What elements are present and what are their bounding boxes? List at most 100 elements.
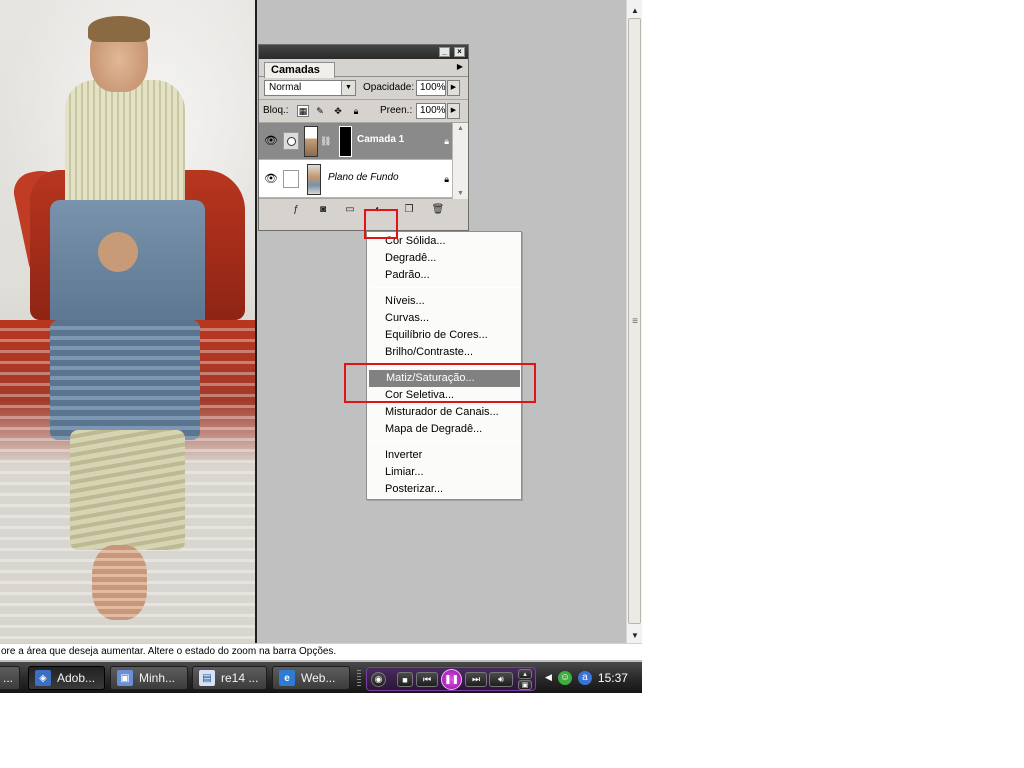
trash-icon[interactable]: 🗑︎ [431,202,445,216]
scroll-up-icon[interactable]: ▲ [453,125,468,132]
opacity-label: Opacidade: [363,82,415,93]
menu-item-niveis[interactable]: Níveis... [368,293,520,310]
stop-icon[interactable]: ■ [397,672,413,687]
vertical-scrollbar[interactable]: ▲ ≡ ▼ [626,0,642,643]
taskbar-item-hidden[interactable]: ... [0,666,20,690]
layer-name: Plano de Fundo [328,172,399,183]
toolbar-grip[interactable] [357,670,361,686]
system-tray: ◀ ☺ a 15:37 [541,664,642,691]
photo-torso [65,80,185,215]
security-shield-icon[interactable]: a [577,670,592,685]
volume-icon[interactable]: 🔊︎ [489,672,513,687]
menu-item-cor-solida[interactable]: Cor Sólida... [368,233,520,250]
adjustment-layer-icon[interactable]: ◐ [371,202,385,216]
layer-list-scrollbar[interactable]: ▲ ▼ [452,123,468,199]
window-app-icon: ▤ [199,670,215,686]
media-menu-icon[interactable]: ▴ [518,669,532,679]
menu-item-degrade[interactable]: Degradê... [368,250,520,267]
fill-slider-arrow-icon[interactable]: ▶ [447,103,460,119]
blend-mode-value: Normal [269,82,302,93]
menu-item-inverter[interactable]: Inverter [368,447,520,464]
chevron-down-icon[interactable]: ▼ [341,81,355,95]
lock-brush-icon[interactable]: ✎ [314,105,326,117]
layer-row-plano-de-fundo[interactable]: 👁︎ Plano de Fundo 🔒︎ [259,161,453,198]
menu-separator [370,364,519,365]
opacity-field[interactable]: 100% [416,80,446,96]
lock-move-icon[interactable]: ✥ [332,105,344,117]
menu-item-cor-seletiva[interactable]: Cor Seletiva... [368,387,520,404]
adjustment-layer-menu: Cor Sólida... Degradê... Padrão... Nívei… [366,231,522,500]
photo-hair [88,16,150,42]
layer-name: Camada 1 [357,134,405,145]
photo-hands [98,232,138,272]
scroll-thumb[interactable]: ≡ [628,18,641,624]
menu-separator [370,441,519,442]
clock[interactable]: 15:37 [598,671,628,685]
taskbar-item-adobe[interactable]: ◈ Adob... [28,666,105,690]
menu-item-matiz-saturacao[interactable]: Matiz/Saturação... [369,370,520,387]
panel-tab-row: Camadas ▶ [259,59,468,78]
layers-panel: _ × Camadas ▶ Normal ▼ Opacidade: 100% ▶… [258,44,469,231]
layer-link-cell[interactable] [283,170,299,188]
add-mask-icon[interactable]: ◙ [316,202,330,216]
visibility-eye-icon[interactable]: 👁︎ [262,133,280,149]
layer-style-icon[interactable]: ƒ [289,202,303,216]
taskbar-item-re14[interactable]: ▤ re14 ... [192,666,267,690]
layer-row-camada-1[interactable]: 👁︎ ⛓︎ Camada 1 🔒︎ [259,123,453,160]
menu-item-limiar[interactable]: Limiar... [368,464,520,481]
layer-mask-mode-icon[interactable] [283,132,299,150]
lock-transparency-icon[interactable]: ▦ [297,105,309,117]
layer-thumbnail[interactable] [307,164,321,195]
blend-row: Normal ▼ Opacidade: 100% ▶ [259,77,468,100]
network-users-icon[interactable]: ☺ [557,670,572,685]
taskbar-item-label: re14 ... [221,671,259,685]
menu-item-posterizar[interactable]: Posterizar... [368,481,520,498]
visibility-eye-icon[interactable]: 👁︎ [262,171,280,187]
layer-list: 👁︎ ⛓︎ Camada 1 🔒︎ 👁︎ Plano de Fundo 🔒︎ ▲ [259,123,468,199]
menu-item-misturador-de-canais[interactable]: Misturador de Canais... [368,404,520,421]
blend-mode-select[interactable]: Normal ▼ [264,80,356,96]
photoshop-app-icon: ◈ [35,670,51,686]
scroll-down-icon[interactable]: ▼ [627,627,642,643]
media-restore-icon[interactable]: ▣ [518,680,532,690]
taskbar: ... ◈ Adob... ▣ Minh... ▤ re14 ... e Web… [0,662,642,693]
opacity-slider-arrow-icon[interactable]: ▶ [447,80,460,96]
media-player-icon[interactable]: ◉ [371,672,386,687]
lock-all-icon[interactable]: 🔒︎ [350,105,362,117]
panel-titlebar[interactable]: _ × [259,45,468,59]
close-icon[interactable]: × [454,47,465,57]
menu-separator [370,287,519,288]
fill-field[interactable]: 100% [416,103,446,119]
layer-lock-icon: 🔒︎ [444,136,449,146]
media-player-bar: ◉ ■ ⏮︎ ❚❚ ⏭︎ 🔊︎ ▴ ▣ [366,667,536,691]
minimize-icon[interactable]: _ [439,47,450,57]
menu-item-mapa-de-degrade[interactable]: Mapa de Degradê... [368,421,520,438]
lock-row: Bloq.: ▦ ✎ ✥ 🔒︎ Preen.: 100% ▶ [259,100,468,123]
photo-canvas[interactable] [0,0,255,643]
next-icon[interactable]: ⏭︎ [465,672,487,687]
menu-item-brilho-contraste[interactable]: Brilho/Contraste... [368,344,520,361]
status-bar: ore a área que deseja aumentar. Altere o… [0,643,642,660]
new-group-icon[interactable]: ▭ [343,202,357,216]
chain-link-icon[interactable]: ⛓︎ [320,133,331,149]
taskbar-item-minh[interactable]: ▣ Minh... [110,666,188,690]
menu-item-curvas[interactable]: Curvas... [368,310,520,327]
tab-camadas[interactable]: Camadas [264,62,335,78]
tray-expand-icon[interactable]: ◀ [545,672,552,683]
pause-icon[interactable]: ❚❚ [441,669,462,690]
layer-lock-icon: 🔒︎ [444,174,449,184]
taskbar-item-label: Minh... [139,671,176,685]
taskbar-item-web[interactable]: e Web... [272,666,350,690]
layer-thumbnail[interactable] [304,126,318,157]
new-layer-icon[interactable]: ❐ [402,202,416,216]
browser-app-icon: e [279,670,295,686]
scroll-down-icon[interactable]: ▼ [453,190,468,197]
screen: ▲ ≡ ▼ _ × Camadas ▶ Normal ▼ Opacidade: … [0,0,642,693]
menu-item-equilibrio-de-cores[interactable]: Equilíbrio de Cores... [368,327,520,344]
reflection-torso [70,430,185,550]
scroll-up-icon[interactable]: ▲ [627,2,642,18]
layer-mask-thumbnail[interactable] [339,126,352,157]
menu-item-padrao[interactable]: Padrão... [368,267,520,284]
panel-menu-icon[interactable]: ▶ [457,62,463,71]
previous-icon[interactable]: ⏮︎ [416,672,438,687]
